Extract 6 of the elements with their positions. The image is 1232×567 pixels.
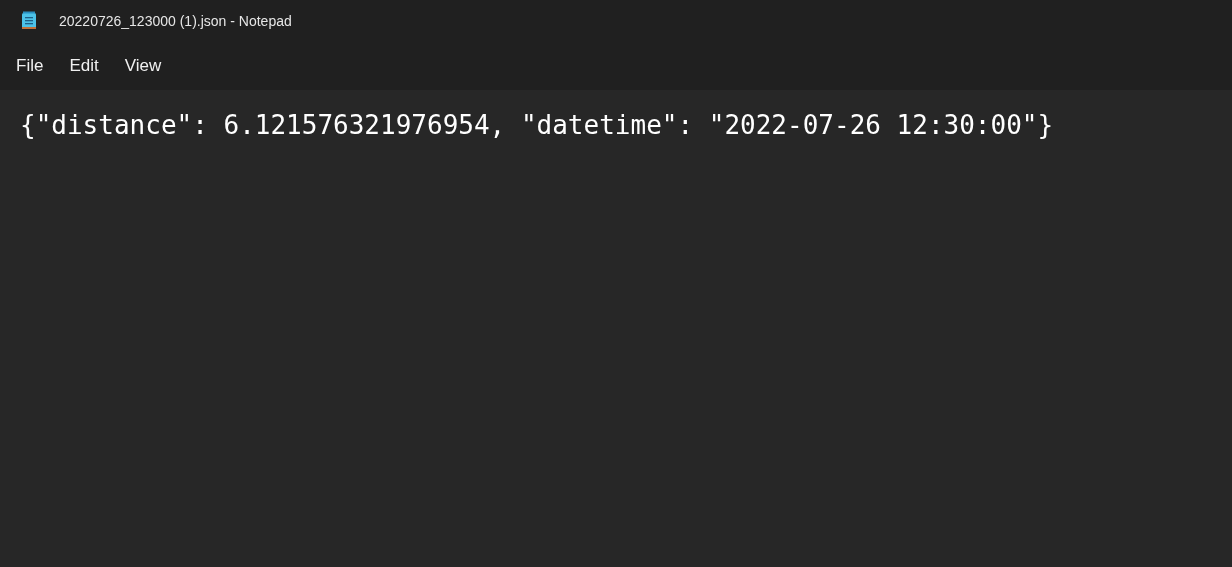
notepad-icon (21, 11, 37, 31)
menu-item[interactable]: File (5, 52, 55, 80)
menu-item[interactable]: View (113, 52, 173, 80)
window-title: 20220726_123000 (1).json - Notepad (59, 13, 292, 29)
text-line: {"distance": 6.121576321976954, "datetime": "2022-07-26 12:30:00"} (20, 110, 1055, 140)
menu-item[interactable]: Edit (58, 52, 110, 80)
